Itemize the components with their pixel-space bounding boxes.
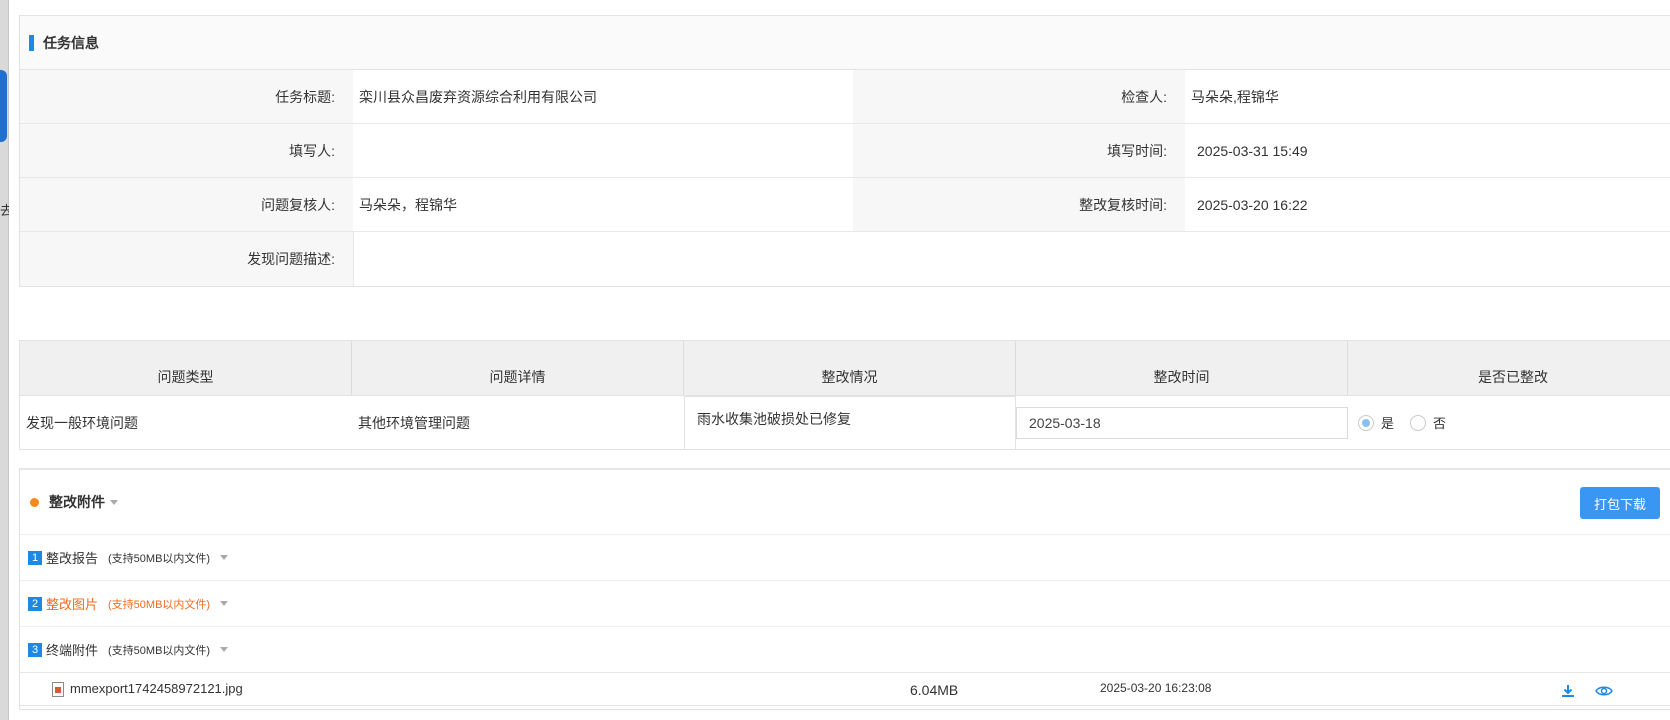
filler-label: 填写人: [20,124,353,177]
category-number-badge: 1 [28,550,42,565]
fill-time-value: 2025-03-31 15:49 [1197,142,1308,159]
download-icon[interactable] [1560,683,1576,699]
task-info-title: 任务信息 [43,34,99,51]
header-is-rectified: 是否已整改 [1478,369,1548,385]
fill-time-label: 填写时间: [853,124,1185,177]
category-name: 终端附件 [46,643,99,658]
header-problem-detail: 问题详情 [352,341,684,395]
file-row: mmexport1742458972121.jpg 6.04MB 2025-03… [20,672,1670,706]
radio-no[interactable] [1410,414,1427,431]
inspector-label: 检查人: [853,70,1185,123]
table-row: 发现一般环境问题 其他环境管理问题 雨水收集池破损处已修复 2025-03-18… [20,396,1670,450]
task-info-header: 任务信息 [20,16,1670,70]
category-number-badge: 3 [28,642,42,657]
rectification-situation-textarea[interactable]: 雨水收集池破损处已修复 [684,396,1016,449]
attachments-panel: 整改附件 打包下载 1 整改报告 (支持50MB以内文件) 2 整改图片 (支持… [19,468,1670,710]
chevron-down-icon[interactable] [220,601,229,606]
attachments-header: 整改附件 打包下载 [20,470,1670,534]
info-row-description: 发现问题描述: [20,232,1670,286]
chevron-down-icon[interactable] [220,555,229,560]
category-hint: (支持50MB以内文件) [108,598,211,611]
chevron-down-icon[interactable] [110,499,118,505]
category-terminal[interactable]: 3 终端附件 (支持50MB以内文件) [20,626,1670,672]
reviewer-value: 马朵朵，程锦华 [359,196,457,213]
category-photos[interactable]: 2 整改图片 (支持50MB以内文件) [20,580,1670,626]
review-time-label: 整改复核时间: [853,178,1185,231]
category-hint: (支持50MB以内文件) [108,552,211,565]
description-label: 发现问题描述: [20,232,353,286]
info-row-title: 任务标题: 栾川县众昌废弃资源综合利用有限公司 检查人: 马朵朵,程锦华 [20,70,1670,124]
background-blue-tab [0,70,7,142]
task-info-box: 任务信息 任务标题: 栾川县众昌废弃资源综合利用有限公司 检查人: 马朵朵,程锦… [19,15,1670,287]
background-page-strip: 去 [0,0,9,720]
category-name: 整改图片 [46,597,99,612]
task-info-panel: 任务信息 任务标题: 栾川县众昌废弃资源综合利用有限公司 检查人: 马朵朵,程锦… [19,15,1670,287]
image-file-icon [52,682,64,697]
background-text: 去 [0,203,9,218]
info-row-reviewer: 问题复核人: 马朵朵，程锦华 整改复核时间: 2025-03-20 16:22 [20,178,1670,232]
task-title-value: 栾川县众昌废弃资源综合利用有限公司 [359,88,597,105]
review-time-value: 2025-03-20 16:22 [1197,196,1308,213]
category-hint: (支持50MB以内文件) [108,644,211,657]
file-upload-time: 2025-03-20 16:23:08 [1100,681,1212,695]
radio-no-label[interactable]: 否 [1433,413,1446,432]
problem-type-cell: 发现一般环境问题 [26,414,138,431]
is-rectified-radio-group: 是 否 [1348,396,1670,449]
task-title-label: 任务标题: [20,70,353,123]
problem-detail-cell: 其他环境管理问题 [358,414,470,431]
rectification-date-input[interactable]: 2025-03-18 [1016,406,1348,439]
problem-table: 问题类型 问题详情 整改情况 整改时间 是否已整改 发现一般环境问题 其他环境管… [19,340,1670,450]
radio-yes-label[interactable]: 是 [1381,413,1394,432]
category-report[interactable]: 1 整改报告 (支持50MB以内文件) [20,534,1670,580]
chevron-down-icon[interactable] [220,647,229,652]
pack-download-button[interactable]: 打包下载 [1580,487,1660,519]
inspector-value: 马朵朵,程锦华 [1191,88,1279,105]
header-rectification-time: 整改时间 [1016,341,1348,395]
info-row-filler: 填写人: 填写时间: 2025-03-31 15:49 [20,124,1670,178]
category-name: 整改报告 [46,551,99,566]
attachments-title[interactable]: 整改附件 [49,492,105,512]
problem-table-header: 问题类型 问题详情 整改情况 整改时间 是否已整改 [20,341,1670,396]
file-size: 6.04MB [910,682,959,698]
reviewer-label: 问题复核人: [20,178,353,231]
category-number-badge: 2 [28,596,42,611]
file-name[interactable]: mmexport1742458972121.jpg [70,681,243,696]
description-value [353,232,1670,286]
header-rectification-status: 整改情况 [684,341,1016,395]
filler-value [353,124,853,177]
section-marker [29,34,34,51]
rectification-time-cell: 2025-03-18 [1016,396,1348,449]
orange-dot-icon [30,497,39,507]
radio-yes[interactable] [1358,414,1374,431]
header-problem-type: 问题类型 [20,341,352,395]
eye-icon[interactable] [1595,683,1613,699]
